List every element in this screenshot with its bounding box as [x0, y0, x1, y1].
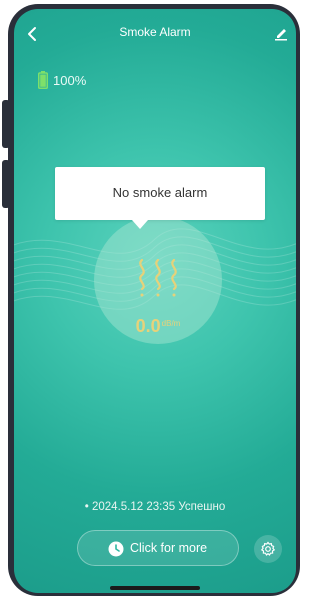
phone-side-button [2, 160, 10, 208]
gear-icon [260, 541, 276, 556]
sensor-circle: 0.0dB/m [94, 216, 222, 344]
phone-side-button [2, 100, 10, 148]
tooltip-arrow [132, 220, 148, 229]
smoke-icon [139, 258, 177, 297]
screen: Smoke Alarm 100% 0.0dB/m No smoke alarm … [14, 9, 296, 593]
last-sync-status: • 2024.5.12 23:35 Успешно [14, 501, 296, 513]
battery-status: 100% [38, 71, 86, 89]
header-bar: Smoke Alarm [14, 9, 296, 57]
battery-icon [38, 71, 48, 89]
tooltip-text: No smoke alarm [112, 185, 208, 200]
clock-icon [108, 541, 124, 557]
reading: 0.0dB/m [94, 316, 222, 337]
status-dot: • [84, 501, 89, 513]
reading-unit: dB/m [161, 318, 181, 328]
edit-icon[interactable] [274, 25, 288, 41]
settings-button[interactable] [254, 535, 282, 563]
click-for-more-button[interactable]: Click for more [77, 530, 239, 566]
reading-value: 0.0 [135, 316, 161, 336]
more-button-label: Click for more [130, 541, 208, 555]
page-title: Smoke Alarm [119, 25, 191, 39]
home-indicator [110, 586, 200, 590]
status-tooltip: No smoke alarm [55, 167, 265, 220]
battery-level: 100% [53, 72, 87, 88]
status-text: 2024.5.12 23:35 Успешно [92, 501, 226, 513]
